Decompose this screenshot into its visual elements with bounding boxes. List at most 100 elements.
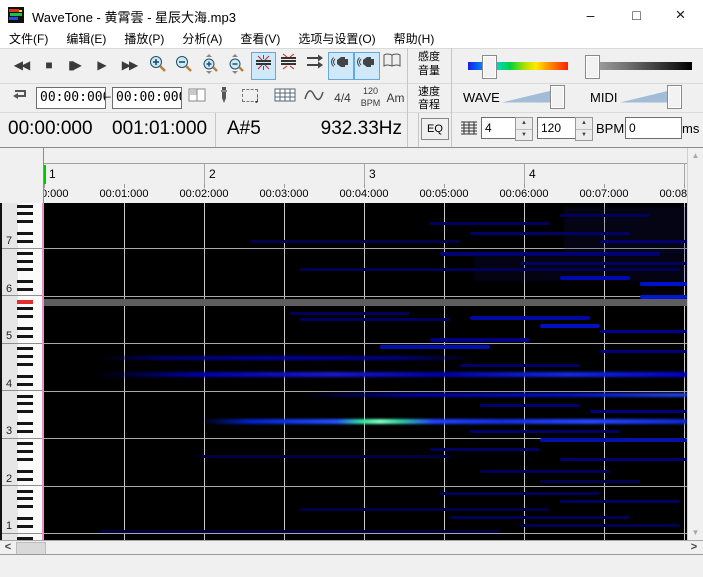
black-key[interactable] bbox=[17, 327, 33, 330]
black-key[interactable] bbox=[17, 347, 33, 350]
beats-per-bar-stepper[interactable]: ▲▼ bbox=[515, 117, 533, 141]
black-key[interactable] bbox=[17, 422, 33, 425]
note-tool-button[interactable]: ♩ bbox=[252, 86, 270, 112]
black-key[interactable] bbox=[17, 430, 33, 433]
beats-per-bar-field[interactable]: 4 bbox=[481, 117, 516, 139]
black-key[interactable] bbox=[17, 232, 33, 235]
black-key[interactable] bbox=[17, 478, 33, 481]
spectrogram-canvas[interactable] bbox=[44, 203, 687, 540]
zoom-out-horizontal-button[interactable] bbox=[172, 54, 196, 80]
black-key[interactable] bbox=[17, 212, 33, 215]
stepper-down-icon[interactable]: ▼ bbox=[576, 130, 592, 141]
active-note-key[interactable] bbox=[17, 300, 33, 304]
split-view-button[interactable] bbox=[186, 87, 208, 113]
menu-item-3[interactable]: 分析(A) bbox=[173, 30, 231, 48]
sensitivity-slider-thumb[interactable] bbox=[482, 55, 497, 79]
scroll-up-icon[interactable]: ▲ bbox=[688, 151, 703, 160]
bpm-stepper[interactable]: ▲▼ bbox=[575, 117, 593, 141]
black-key[interactable] bbox=[17, 383, 33, 386]
black-key[interactable] bbox=[17, 497, 33, 500]
playhead-marker[interactable] bbox=[44, 165, 46, 185]
stepper-down-icon[interactable]: ▼ bbox=[516, 130, 532, 141]
score-book-button[interactable] bbox=[380, 52, 404, 78]
black-key[interactable] bbox=[17, 458, 33, 461]
scroll-left-icon[interactable]: < bbox=[0, 541, 16, 554]
bar-ruler[interactable]: 1234 bbox=[44, 163, 687, 185]
black-key[interactable] bbox=[17, 505, 33, 508]
black-key[interactable] bbox=[17, 240, 33, 243]
black-key[interactable] bbox=[17, 205, 33, 208]
stop-button[interactable]: ■ bbox=[37, 52, 59, 78]
midi-speed-slider-thumb[interactable] bbox=[667, 85, 682, 109]
fast-forward-button[interactable]: ▶▶ bbox=[116, 52, 142, 78]
expand-rows-toggle[interactable] bbox=[277, 52, 300, 78]
black-key[interactable] bbox=[17, 280, 33, 283]
bpm-field[interactable]: 120 bbox=[537, 117, 576, 139]
midi-sound-toggle[interactable] bbox=[354, 52, 380, 80]
black-key[interactable] bbox=[17, 335, 33, 338]
black-key[interactable] bbox=[17, 268, 33, 271]
collapse-rows-toggle[interactable] bbox=[251, 52, 276, 80]
horizontal-scrollbar[interactable]: < > bbox=[0, 540, 703, 554]
black-key[interactable] bbox=[17, 252, 33, 255]
menu-item-4[interactable]: 查看(V) bbox=[231, 30, 289, 48]
black-key[interactable] bbox=[17, 402, 33, 405]
black-key[interactable] bbox=[17, 395, 33, 398]
wave-speed-slider-thumb[interactable] bbox=[550, 85, 565, 109]
pen-tool-button[interactable] bbox=[214, 86, 234, 112]
menu-item-1[interactable]: 编辑(E) bbox=[57, 30, 115, 48]
loop-button[interactable] bbox=[8, 86, 32, 112]
black-key[interactable] bbox=[17, 410, 33, 413]
follow-arrows-toggle[interactable] bbox=[303, 52, 326, 78]
black-key[interactable] bbox=[17, 517, 33, 520]
zoom-in-vertical-button[interactable] bbox=[199, 54, 223, 80]
offset-ms-field[interactable]: 0 bbox=[625, 117, 682, 139]
black-key[interactable] bbox=[17, 490, 33, 493]
black-key[interactable] bbox=[17, 220, 33, 223]
black-key[interactable] bbox=[17, 307, 33, 310]
volume-slider-track[interactable] bbox=[585, 62, 692, 70]
stepper-up-icon[interactable]: ▲ bbox=[516, 118, 532, 130]
waveform-view-button[interactable] bbox=[302, 87, 326, 113]
black-key[interactable] bbox=[17, 525, 33, 528]
pause-button[interactable]: ▮▶ bbox=[62, 52, 86, 78]
rewind-button[interactable]: ◀◀ bbox=[8, 52, 34, 78]
time-ruler[interactable]: 00:00:00000:01:00000:02:00000:03:00000:0… bbox=[44, 184, 687, 203]
black-key[interactable] bbox=[17, 442, 33, 445]
play-button[interactable]: ▶ bbox=[90, 52, 112, 78]
black-key[interactable] bbox=[17, 470, 33, 473]
title-bar[interactable]: WaveTone - 黄霄雲 - 星辰大海.mp3 – □ × bbox=[0, 0, 703, 30]
meter-button[interactable]: 4/4 bbox=[330, 86, 355, 112]
midi-speed-slider-track[interactable] bbox=[620, 89, 672, 104]
black-key[interactable] bbox=[17, 375, 33, 378]
note-grid-button[interactable] bbox=[272, 87, 298, 113]
selection-start-field[interactable]: 00:00:000 bbox=[36, 87, 106, 109]
wave-speed-slider-track[interactable] bbox=[502, 89, 554, 104]
eq-button[interactable]: EQ bbox=[421, 118, 449, 140]
menu-item-2[interactable]: 播放(P) bbox=[115, 30, 173, 48]
menu-item-0[interactable]: 文件(F) bbox=[0, 30, 57, 48]
menu-item-5[interactable]: 选项与设置(O) bbox=[289, 30, 384, 48]
black-key[interactable] bbox=[17, 450, 33, 453]
wave-sound-toggle[interactable] bbox=[328, 52, 354, 80]
volume-slider-thumb[interactable] bbox=[585, 55, 600, 79]
minimize-icon[interactable]: – bbox=[568, 0, 613, 30]
piano-keyboard[interactable]: 7654321 bbox=[0, 203, 44, 540]
zoom-in-horizontal-button[interactable] bbox=[146, 54, 170, 80]
selection-end-field[interactable]: 00:00:000 bbox=[112, 87, 182, 109]
scroll-right-icon[interactable]: > bbox=[686, 541, 702, 554]
menu-item-6[interactable]: 帮助(H) bbox=[385, 30, 444, 48]
key-button[interactable]: Am bbox=[386, 86, 405, 112]
black-key[interactable] bbox=[17, 355, 33, 358]
close-icon[interactable]: × bbox=[658, 0, 703, 30]
zoom-out-vertical-button[interactable] bbox=[225, 54, 249, 80]
black-key[interactable] bbox=[17, 363, 33, 366]
stepper-up-icon[interactable]: ▲ bbox=[576, 118, 592, 130]
maximize-icon[interactable]: □ bbox=[614, 0, 659, 30]
black-key[interactable] bbox=[17, 260, 33, 263]
tempo-button[interactable]: 120 BPM bbox=[357, 85, 384, 111]
vertical-scrollbar[interactable]: ▲ ▼ bbox=[687, 148, 703, 540]
black-key[interactable] bbox=[17, 315, 33, 318]
scroll-down-icon[interactable]: ▼ bbox=[688, 528, 703, 537]
black-key[interactable] bbox=[17, 288, 33, 291]
